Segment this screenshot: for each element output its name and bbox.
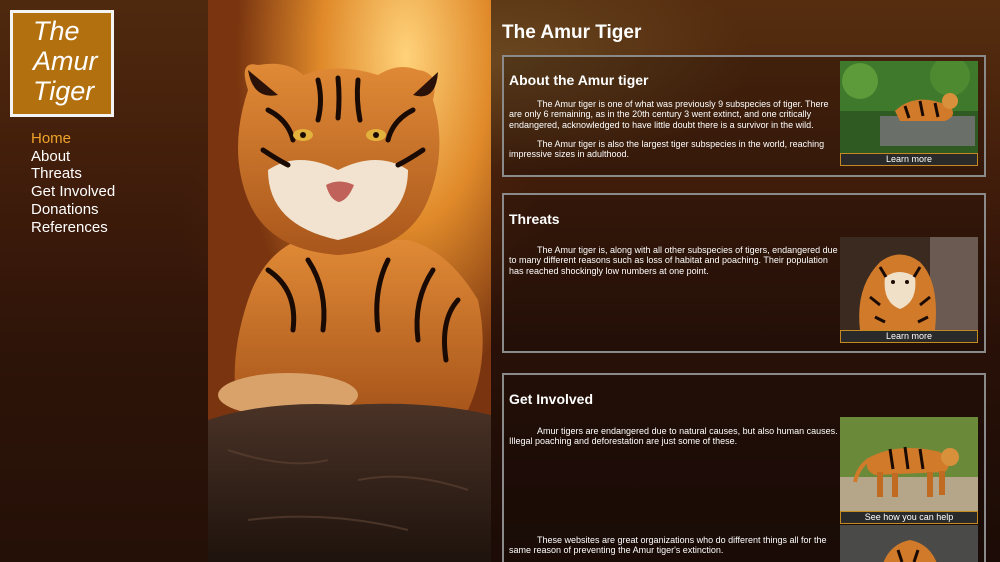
nav-item-threats[interactable]: Threats <box>31 165 115 183</box>
threats-learn-more-button[interactable]: Learn more <box>840 330 978 343</box>
site-logo[interactable]: The Amur Tiger <box>10 10 114 117</box>
section-get-involved-text-2: These websites are great organizations w… <box>509 535 827 556</box>
main-content: The Amur Tiger About the Amur tiger The … <box>491 0 1000 562</box>
section-get-involved: Get Involved Amur tigers are endangered … <box>502 373 986 562</box>
page-title: The Amur Tiger <box>502 22 642 43</box>
sidebar: The Amur Tiger Home About Threats Get In… <box>0 0 208 562</box>
logo-line-1: The <box>33 16 80 46</box>
section-threats-title: Threats <box>509 211 560 227</box>
nav-item-get-involved[interactable]: Get Involved <box>31 183 115 201</box>
section-threats-text-1: The Amur tiger is, along with all other … <box>509 245 838 276</box>
section-get-involved-text-1: Amur tigers are endangered due to natura… <box>509 426 838 447</box>
nav-item-donations[interactable]: Donations <box>31 201 115 219</box>
about-tiger-photo: Learn more <box>840 61 978 166</box>
logo-line-2: Amur <box>33 46 98 76</box>
section-get-involved-title: Get Involved <box>509 391 594 407</box>
section-about: About the Amur tiger The Amur tiger is o… <box>502 55 986 177</box>
nav-item-references[interactable]: References <box>31 219 115 237</box>
nav-item-home[interactable]: Home <box>31 130 115 148</box>
hero-tiger-image <box>208 0 491 562</box>
nav-item-about[interactable]: About <box>31 148 115 166</box>
section-about-title: About the Amur tiger <box>509 72 649 88</box>
section-threats: Threats The Amur tiger is, along with al… <box>502 193 986 353</box>
get-involved-help-button[interactable]: See how you can help <box>840 511 978 524</box>
get-involved-tiger-photo: See how you can help <box>840 417 978 524</box>
main-nav: Home About Threats Get Involved Donation… <box>31 130 115 236</box>
about-learn-more-button[interactable]: Learn more <box>840 153 978 166</box>
section-about-text-2: The Amur tiger is also the largest tiger… <box>509 139 825 160</box>
threats-tiger-photo: Learn more <box>840 237 978 343</box>
section-about-text-1: The Amur tiger is one of what was previo… <box>509 99 829 130</box>
get-involved-tiger-photo-2 <box>840 525 978 562</box>
logo-line-3: Tiger <box>33 76 95 106</box>
